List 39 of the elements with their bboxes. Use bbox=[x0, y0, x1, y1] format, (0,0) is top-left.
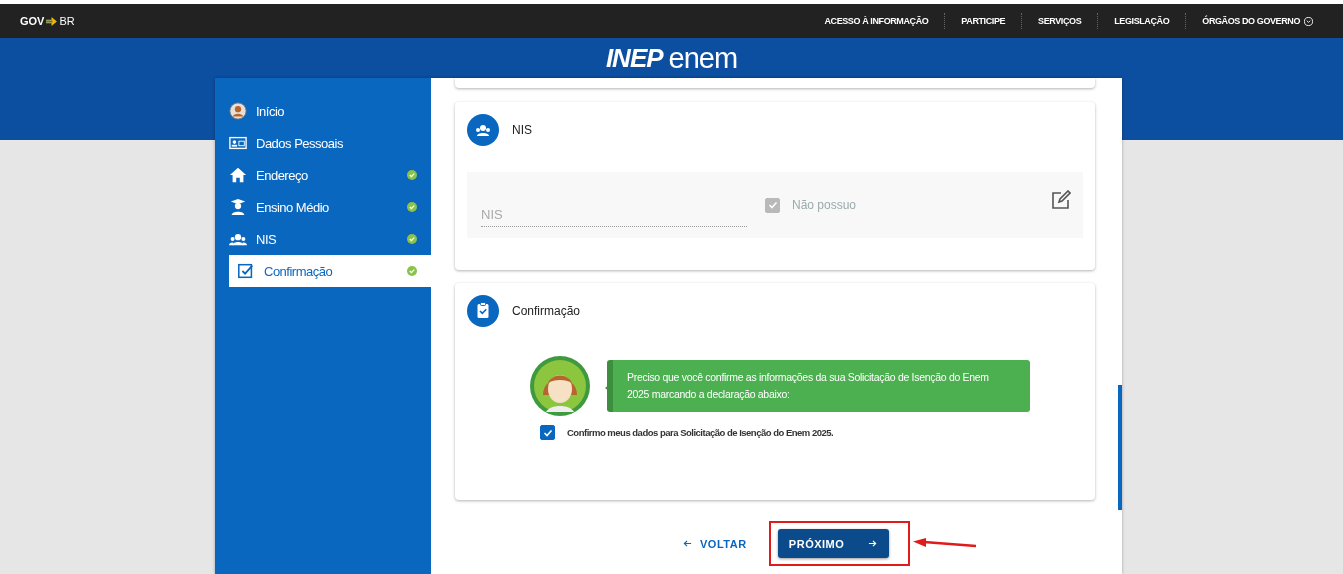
scrollbar[interactable] bbox=[1118, 385, 1122, 510]
checkbox-label: Confirmo meus dados para Solicitação de Isenção do Enem 2025. bbox=[567, 427, 834, 438]
checkbox[interactable] bbox=[540, 425, 555, 440]
section-title: NIS bbox=[512, 123, 532, 137]
arrow-icon bbox=[46, 16, 58, 26]
message-text: Preciso que você confirme as informações da sua Solicitação de Isenção do Enem 2025 marcando a declaração abaixo: bbox=[627, 371, 989, 400]
sidebar-item[interactable]: Início bbox=[215, 95, 431, 127]
gov-link[interactable]: LEGISLAÇÃO bbox=[1114, 16, 1170, 26]
id-card-icon bbox=[229, 134, 247, 152]
people-icon bbox=[467, 114, 499, 146]
next-button[interactable]: PRÓXIMO bbox=[777, 529, 889, 558]
sidebar-item[interactable]: Confirmação bbox=[229, 255, 431, 287]
arrow-left-icon bbox=[683, 539, 692, 548]
sidebar-item[interactable]: Endereço bbox=[215, 159, 431, 191]
back-button[interactable]: VOLTAR bbox=[677, 536, 753, 551]
logo-text: enem bbox=[668, 41, 738, 75]
avatar-icon bbox=[229, 102, 247, 120]
edit-icon[interactable] bbox=[1051, 190, 1071, 210]
gov-link[interactable]: PARTICIPE bbox=[961, 16, 1006, 26]
house-icon bbox=[229, 166, 247, 184]
sidebar-item[interactable]: Ensino Médio bbox=[215, 191, 431, 223]
gov-logo-text: GOV bbox=[20, 15, 45, 27]
avatar-icon bbox=[529, 355, 591, 417]
checkbox-label: Não possuo bbox=[792, 198, 857, 212]
arrow-right-icon bbox=[868, 539, 878, 548]
annotation-arrow bbox=[911, 537, 978, 550]
gov-link[interactable]: ACESSO À INFORMAÇÃO bbox=[824, 16, 929, 26]
check-icon bbox=[766, 199, 779, 211]
gov-link[interactable]: ÓRGÃOS DO GOVERNO bbox=[1202, 16, 1313, 26]
sidebar-item[interactable]: Dados Pessoais bbox=[215, 127, 431, 159]
logo-text: INEP bbox=[605, 42, 663, 74]
sidebar-item[interactable]: NIS bbox=[215, 223, 431, 255]
clipboard-icon bbox=[467, 295, 499, 327]
gov-link[interactable]: SERVIÇOS bbox=[1038, 16, 1082, 26]
checkbox-icon bbox=[237, 262, 255, 280]
input-field[interactable]: NIS bbox=[481, 201, 747, 227]
graduate-icon bbox=[229, 198, 247, 216]
section-title: Confirmação bbox=[512, 304, 581, 318]
gov-logo-text: BR bbox=[59, 15, 75, 27]
